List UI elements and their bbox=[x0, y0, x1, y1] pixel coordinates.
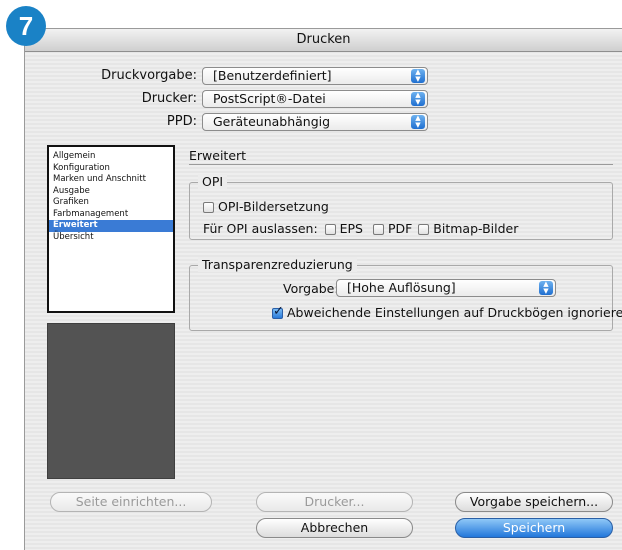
eps-checkbox[interactable] bbox=[324, 224, 336, 235]
ignore-settings-label: Abweichende Einstellungen auf Druckbögen… bbox=[286, 305, 622, 320]
popup-arrows-icon: ▲ ▼ bbox=[411, 115, 425, 129]
page-preview bbox=[47, 323, 175, 479]
sidebar-item-farbmanagement[interactable]: Farbmanagement bbox=[49, 209, 173, 221]
popup-arrows-icon: ▲ ▼ bbox=[411, 69, 425, 83]
pdf-checkbox[interactable] bbox=[372, 224, 384, 235]
ignore-settings-row[interactable]: Abweichende Einstellungen auf Druckbögen… bbox=[272, 304, 622, 320]
section-title: Erweitert bbox=[189, 148, 247, 163]
sidebar-item-allgemein[interactable]: Allgemein bbox=[49, 151, 173, 163]
sidebar-item-marken-und-anschnitt[interactable]: Marken und Anschnitt bbox=[49, 174, 173, 186]
printer-value: PostScript®-Datei bbox=[213, 91, 326, 106]
opi-replace-checkbox[interactable] bbox=[203, 202, 214, 213]
transparency-preset-label: Vorgabe: bbox=[283, 281, 339, 296]
bitmap-label: Bitmap-Bilder bbox=[433, 221, 519, 236]
popup-arrows-icon: ▲ ▼ bbox=[539, 281, 553, 295]
section-divider bbox=[189, 164, 613, 165]
opi-replace-label: OPI-Bildersetzung bbox=[217, 199, 329, 214]
sidebar-item-ausgabe[interactable]: Ausgabe bbox=[49, 186, 173, 198]
transparency-group-title: Transparenzreduzierung bbox=[198, 257, 357, 272]
popup-arrows-icon: ▲ ▼ bbox=[411, 92, 425, 106]
print-dialog: Drucken Druckvorgabe: [Benutzerdefiniert… bbox=[24, 28, 622, 550]
save-button[interactable]: Speichern bbox=[455, 518, 613, 538]
ppd-popup[interactable]: Geräteunabhängig ▲ ▼ bbox=[202, 113, 428, 131]
printer-popup[interactable]: PostScript®-Datei ▲ ▼ bbox=[202, 90, 428, 108]
save-preset-button[interactable]: Vorgabe speichern... bbox=[455, 492, 613, 512]
printer-button[interactable]: Drucker... bbox=[256, 492, 413, 512]
ppd-value: Geräteunabhängig bbox=[213, 114, 331, 129]
sidebar-item-uebersicht[interactable]: Übersicht bbox=[49, 232, 173, 244]
opi-group-title: OPI bbox=[198, 174, 228, 189]
eps-label: EPS bbox=[339, 221, 363, 236]
sidebar-item-grafiken[interactable]: Grafiken bbox=[49, 197, 173, 209]
pdf-label: PDF bbox=[387, 221, 413, 236]
opi-omit-row: Für OPI auslassen: EPS PDF Bitmap-Bilder bbox=[203, 221, 518, 236]
transparency-group: Transparenzreduzierung bbox=[189, 257, 613, 331]
printer-label: Drucker: bbox=[141, 91, 197, 106]
ignore-settings-checkbox[interactable] bbox=[272, 304, 284, 319]
preset-popup[interactable]: [Benutzerdefiniert] ▲ ▼ bbox=[202, 67, 428, 85]
step-number-badge: 7 bbox=[6, 6, 46, 46]
transparency-preset-popup[interactable]: [Hohe Auflösung] ▲ ▼ bbox=[336, 279, 556, 297]
opi-replace-row[interactable]: OPI-Bildersetzung bbox=[203, 199, 329, 214]
preset-value: [Benutzerdefiniert] bbox=[213, 68, 332, 83]
window-title: Drucken bbox=[25, 29, 622, 52]
cancel-button[interactable]: Abbrechen bbox=[256, 518, 413, 538]
opi-omit-label: Für OPI auslassen: bbox=[203, 221, 318, 236]
sidebar-item-konfiguration[interactable]: Konfiguration bbox=[49, 163, 173, 175]
sidebar-item-erweitert[interactable]: Erweitert bbox=[49, 220, 173, 232]
ppd-label: PPD: bbox=[166, 114, 197, 129]
category-list: Allgemein Konfiguration Marken und Ansch… bbox=[47, 145, 175, 313]
transparency-preset-value: [Hohe Auflösung] bbox=[347, 280, 456, 295]
bitmap-checkbox[interactable] bbox=[418, 224, 430, 235]
preset-label: Druckvorgabe: bbox=[101, 68, 197, 83]
page-setup-button[interactable]: Seite einrichten... bbox=[50, 492, 212, 512]
